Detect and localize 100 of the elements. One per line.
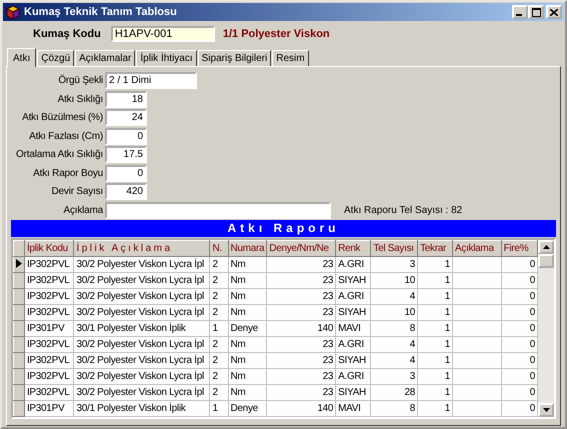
table-cell: 28 (370, 384, 418, 400)
table-cell (452, 320, 502, 336)
field-label: Örgü Şekli (57, 75, 104, 86)
table-cell: 8 (370, 400, 418, 416)
table-cell: SIYAH (336, 304, 371, 320)
table-cell: 10 (370, 272, 418, 288)
table-cell: Denye (228, 320, 267, 336)
table-cell: Nm (228, 304, 267, 320)
table-cell: 30/2 Polyester Viskon Lycra İpl (74, 336, 210, 352)
window-title: Kumaş Teknik Tanım Tablosu (24, 6, 178, 18)
table-cell: SIYAH (336, 384, 371, 400)
table-cell: 1 (418, 336, 452, 352)
maximize-button[interactable] (528, 5, 544, 19)
column-header[interactable]: Fire% (501, 240, 538, 256)
table-cell: 23 (266, 256, 336, 272)
tab[interactable]: Çözgü (37, 50, 74, 66)
field-label: Atkı Rapor Boyu (32, 168, 104, 179)
minimize-button[interactable] (512, 5, 528, 19)
tab[interactable]: Sipariş Bilgileri (198, 50, 272, 66)
table-cell: 1 (418, 288, 452, 304)
column-header[interactable]: N. (210, 240, 228, 256)
scrollbar[interactable] (538, 240, 554, 417)
column-header[interactable]: Açıklama (452, 240, 502, 256)
table-cell: 2 (210, 288, 228, 304)
field-label: Açıklama (62, 204, 104, 216)
table-cell: A.GRI (336, 288, 371, 304)
field-label: Devir Sayısı (50, 186, 104, 198)
row-indicator[interactable] (14, 256, 24, 272)
close-button[interactable] (546, 5, 562, 19)
input-field[interactable] (105, 202, 331, 219)
table-cell: Nm (228, 336, 267, 352)
table-cell (452, 336, 502, 352)
table-cell: 23 (266, 352, 336, 368)
table-cell: 4 (370, 288, 418, 304)
table-cell: 4 (370, 336, 418, 352)
table-cell (452, 400, 502, 416)
tab[interactable]: Atkı (7, 48, 36, 67)
table-cell: 30/2 Polyester Viskon Lycra İpl (74, 256, 210, 272)
table-cell: 3 (370, 368, 418, 384)
table-cell: Nm (228, 288, 267, 304)
table-cell: 30/2 Polyester Viskon Lycra İpl (74, 304, 210, 320)
column-header[interactable]: Tel Sayısı (370, 240, 418, 256)
table-cell: IP302PVL (24, 304, 74, 320)
table-cell: 3 (370, 256, 418, 272)
corner-cell (14, 240, 24, 256)
input-field[interactable]: 420 (105, 183, 147, 200)
table-cell: 140 (266, 400, 336, 416)
column-header[interactable]: İplik Açıklama (74, 240, 210, 256)
table-cell: IP302PVL (24, 272, 74, 288)
table-cell: 2 (210, 368, 228, 384)
table-cell: Nm (228, 368, 267, 384)
table-cell: 140 (266, 320, 336, 336)
tab[interactable]: Açıklamalar (75, 50, 136, 66)
fabric-code-label: Kumaş Kodu (33, 28, 101, 40)
table-cell: 1 (210, 400, 228, 416)
table-cell: Nm (228, 272, 267, 288)
table-cell: 30/2 Polyester Viskon Lycra İpl (74, 288, 210, 304)
scroll-thumb[interactable] (538, 254, 554, 268)
current-row-icon (16, 258, 22, 268)
table-cell: 2 (210, 256, 228, 272)
fabric-code-field[interactable]: H1APV-001 (110, 26, 215, 42)
close-icon (550, 8, 558, 16)
table-cell: 30/1 Polyester Viskon İplik (74, 400, 210, 416)
table-cell: IP302PVL (24, 384, 74, 400)
input-field[interactable]: 24 (105, 109, 147, 126)
table-cell: IP302PVL (24, 368, 74, 384)
input-field[interactable]: 0 (105, 164, 147, 182)
report-banner: Atkı Raporu (11, 220, 556, 237)
tab[interactable]: Resim (272, 50, 309, 66)
column-header[interactable]: İplik Kodu (24, 240, 74, 256)
table-cell: 1 (418, 352, 452, 368)
table-cell (452, 272, 502, 288)
table-cell (452, 352, 502, 368)
table-cell: 30/2 Polyester Viskon Lycra İpl (74, 352, 210, 368)
thread-count-text: Atkı Raporu Tel Sayısı : 82 (344, 204, 462, 216)
input-field[interactable]: 0 (105, 128, 147, 145)
column-header[interactable]: Tekrar (418, 240, 452, 256)
table-cell (452, 384, 502, 400)
input-field[interactable]: 2 / 1 Dimi (105, 72, 197, 90)
table-cell: 10 (370, 304, 418, 320)
table-cell: 4 (370, 352, 418, 368)
tab[interactable]: İplik İhtiyacı (136, 50, 197, 66)
table-cell: MAVI (336, 400, 371, 416)
column-header[interactable]: Numara (228, 240, 267, 256)
column-header[interactable]: Renk (336, 240, 371, 256)
table-cell: 1 (418, 320, 452, 336)
table-cell: SIYAH (336, 272, 371, 288)
table-cell: IP302PVL (24, 256, 74, 272)
input-field[interactable]: 18 (105, 90, 147, 108)
table-cell (452, 288, 502, 304)
cube-icon (5, 4, 21, 20)
table-cell: 1 (418, 368, 452, 384)
column-header[interactable]: Denye/Nm/Ne (266, 240, 336, 256)
table-cell: 23 (266, 304, 336, 320)
table-cell: 2 (210, 384, 228, 400)
table-cell: 30/2 Polyester Viskon Lycra İpl (74, 384, 210, 400)
table-cell: 23 (266, 288, 336, 304)
table-cell: 30/2 Polyester Viskon Lycra İpl (74, 272, 210, 288)
maximize-icon (532, 8, 540, 16)
input-field[interactable]: 17.5 (105, 146, 147, 164)
